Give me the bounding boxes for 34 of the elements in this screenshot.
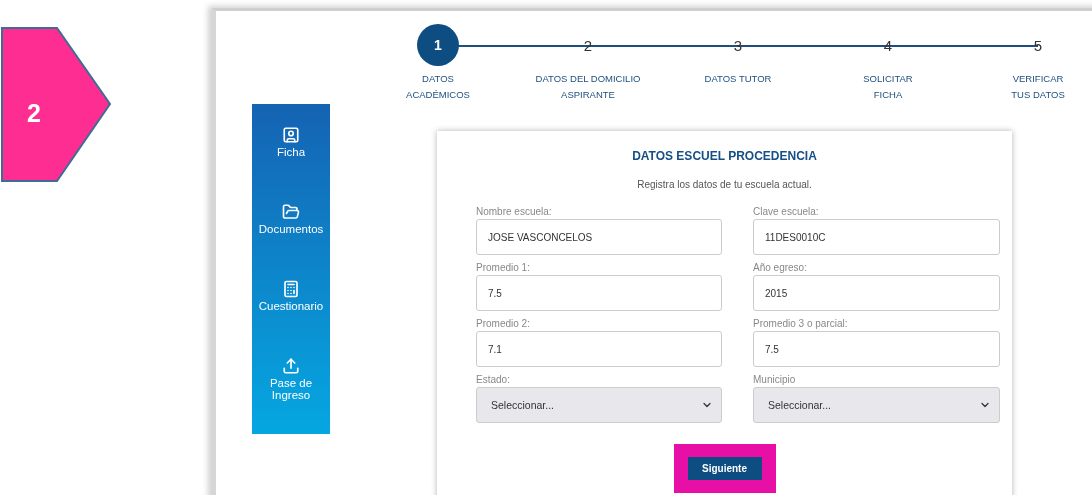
input-field[interactable]: 7.1 [476,331,722,367]
calculator-icon[interactable] [282,280,300,298]
input-field[interactable]: 7.5 [753,331,1000,367]
card-title: DATOS ESCUEL PROCEDENCIA [631,149,818,163]
field-label: Promedio 3 o parcial: [753,318,849,331]
field-label: Municipio [753,374,797,387]
select-field[interactable]: Seleccionar... [476,387,722,423]
field-label: Año egreso: [753,262,808,275]
next-button[interactable]: Siguiente [687,457,762,480]
select-field[interactable]: Seleccionar... [753,387,1000,423]
input-field[interactable]: JOSE VASCONCELOS [476,219,722,255]
field-label: Clave escuela: [753,206,820,219]
field-label: Promedio 1: [476,262,531,275]
field-label: Estado: [476,374,511,387]
card-subtitle: Registra los datos de tu escuela actual. [636,179,813,190]
sidebar-item[interactable]: Cuestionario [258,300,324,312]
upload-icon[interactable] [282,357,300,375]
field-label: Promedio 2: [476,318,531,331]
step-label: SOLICITAR FICHA [863,72,913,102]
sidebar-item[interactable]: Ficha [276,146,306,158]
step-number[interactable]: 5 [1017,24,1059,66]
sidebar-item[interactable]: Documentos [258,223,324,235]
step-label: DATOS TUTOR [704,72,772,86]
step-label: VERIFICAR TUS DATOS [1011,72,1065,102]
folder-icon[interactable] [282,203,300,221]
input-field[interactable]: 2015 [753,275,1000,311]
step-label: DATOS ACADÉMICOS [406,72,470,102]
id-card-icon[interactable] [282,126,300,144]
input-field[interactable]: 11DES0010C [753,219,1000,255]
step-badge: 2 [0,26,112,183]
input-field[interactable]: 7.5 [476,275,722,311]
field-label: Nombre escuela: [476,206,553,219]
step-number[interactable]: 1 [417,24,459,66]
step-label: DATOS DEL DOMICILIO ASPIRANTE [535,72,641,102]
